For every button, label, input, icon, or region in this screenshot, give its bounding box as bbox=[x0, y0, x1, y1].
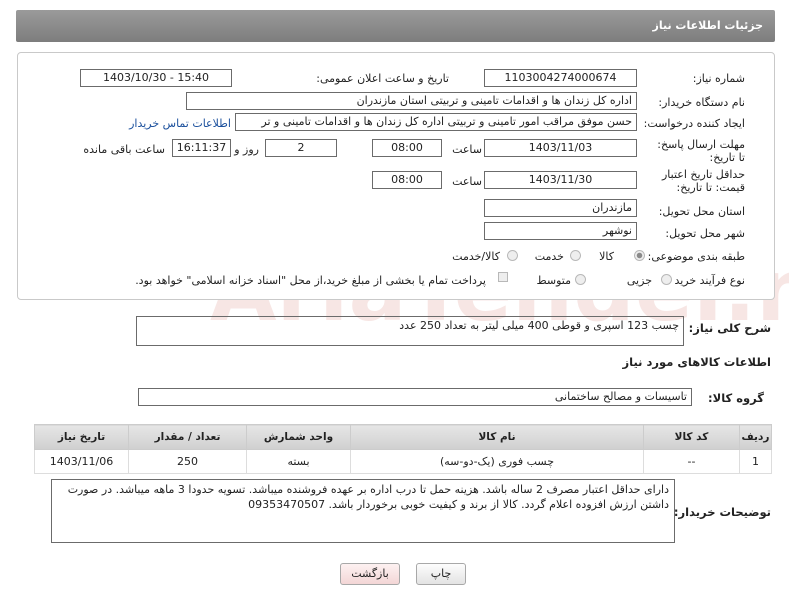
header-row-number: ردیف bbox=[739, 424, 772, 450]
category-option-goods: کالا bbox=[599, 250, 614, 263]
category-option-goods-service: کالا/خدمت bbox=[452, 250, 500, 263]
delivery-province-field: مازندران bbox=[484, 199, 637, 217]
header-item-code: کد کالا bbox=[643, 424, 740, 450]
need-number-label: شماره نیاز: bbox=[692, 72, 745, 85]
purchase-process-label: نوع فرآیند خرید : bbox=[667, 274, 745, 287]
cell-need-date: 1403/11/06 bbox=[34, 449, 129, 474]
print-button-label: چاپ bbox=[430, 567, 452, 580]
back-button[interactable]: بازگشت bbox=[340, 563, 400, 585]
requester-field: حسن موفق مراقب امور تامینی و تربیتی ادار… bbox=[235, 113, 637, 131]
category-option-service: خدمت bbox=[534, 250, 564, 263]
goods-info-title: اطلاعات کالاهای مورد نیاز bbox=[622, 355, 771, 369]
delivery-province-label: استان محل تحویل: bbox=[658, 205, 745, 218]
response-time-label: ساعت bbox=[452, 143, 482, 156]
category-radio-goods[interactable] bbox=[634, 250, 645, 261]
announce-datetime-label: تاریخ و ساعت اعلان عمومی: bbox=[316, 72, 449, 85]
description-text: چسب 123 اسپری و قوطی 400 میلی لیتر به تع… bbox=[399, 319, 679, 332]
page-title: جزئیات اطلاعات نیاز bbox=[652, 19, 764, 32]
buyer-contact-link[interactable]: اطلاعات تماس خریدار bbox=[129, 117, 231, 130]
remaining-label: ساعت باقی مانده bbox=[83, 143, 165, 156]
buyer-notes-text: دارای حداقل اعتبار مصرف 2 ساله باشد. هزی… bbox=[67, 483, 669, 511]
header-quantity: تعداد / مقدار bbox=[128, 424, 247, 450]
goods-table: ردیف کد کالا نام کالا واحد شمارش تعداد /… bbox=[34, 424, 772, 474]
category-label: طبقه بندی موضوعی: bbox=[647, 250, 745, 263]
treasury-payment-checkbox[interactable] bbox=[498, 272, 508, 282]
buyer-notes-label: توضیحات خریدار: bbox=[673, 505, 771, 519]
cell-quantity: 250 bbox=[128, 449, 247, 474]
treasury-payment-note: پرداخت تمام یا بخشی از مبلغ خرید،از محل … bbox=[135, 274, 486, 287]
cell-item-code: -- bbox=[643, 449, 740, 474]
price-validity-time-field: 08:00 bbox=[372, 171, 442, 189]
back-button-label: بازگشت bbox=[351, 567, 389, 580]
description-field: چسب 123 اسپری و قوطی 400 میلی لیتر به تع… bbox=[136, 316, 684, 346]
cell-unit: بسته bbox=[246, 449, 351, 474]
response-days-field: 2 bbox=[265, 139, 337, 157]
process-option-medium: متوسط bbox=[536, 274, 571, 287]
price-validity-time-label: ساعت bbox=[452, 175, 482, 188]
goods-group-label: گروه کالا: bbox=[708, 391, 764, 405]
price-validity-date-field: 1403/11/30 bbox=[484, 171, 637, 189]
category-radio-service[interactable] bbox=[570, 250, 581, 261]
process-radio-minor[interactable] bbox=[661, 274, 672, 285]
response-date-field: 1403/11/03 bbox=[484, 139, 637, 157]
description-label: شرح کلی نیاز: bbox=[688, 321, 771, 335]
print-button[interactable]: چاپ bbox=[416, 563, 466, 585]
table-header-row: ردیف کد کالا نام کالا واحد شمارش تعداد /… bbox=[34, 424, 772, 450]
category-radio-goods-service[interactable] bbox=[507, 250, 518, 261]
days-label: روز و bbox=[234, 143, 259, 156]
price-validity-label: حداقل تاریخ اعتبار قیمت: تا تاریخ: bbox=[661, 168, 745, 194]
delivery-city-label: شهر محل تحویل: bbox=[665, 227, 745, 240]
goods-group-field: تاسیسات و مصالح ساختمانی bbox=[138, 388, 692, 406]
process-option-minor: جزیی bbox=[626, 274, 652, 287]
announce-datetime-field: 1403/10/30 - 15:40 bbox=[80, 69, 232, 87]
header-need-date: تاریخ نیاز bbox=[34, 424, 129, 450]
process-radio-medium[interactable] bbox=[575, 274, 586, 285]
table-row: 1 -- چسب فوری (یک-دو-سه) بسته 250 1403/1… bbox=[34, 449, 772, 474]
remaining-time-field: 16:11:37 bbox=[172, 139, 231, 157]
requester-label: ایجاد کننده درخواست: bbox=[643, 117, 745, 130]
buyer-org-field: اداره کل زندان ها و اقدامات تامینی و ترب… bbox=[186, 92, 637, 110]
need-number-field: 1103004274000674 bbox=[484, 69, 637, 87]
cell-item-name: چسب فوری (یک-دو-سه) bbox=[350, 449, 644, 474]
response-deadline-label: مهلت ارسال پاسخ: تا تاریخ: bbox=[657, 138, 745, 164]
buyer-notes-field: دارای حداقل اعتبار مصرف 2 ساله باشد. هزی… bbox=[51, 479, 675, 543]
page-header: جزئیات اطلاعات نیاز bbox=[16, 10, 775, 42]
buyer-org-label: نام دستگاه خریدار: bbox=[658, 96, 745, 109]
response-time-field: 08:00 bbox=[372, 139, 442, 157]
header-unit: واحد شمارش bbox=[246, 424, 351, 450]
header-item-name: نام کالا bbox=[350, 424, 644, 450]
cell-row-number: 1 bbox=[739, 449, 772, 474]
delivery-city-field: نوشهر bbox=[484, 222, 637, 240]
